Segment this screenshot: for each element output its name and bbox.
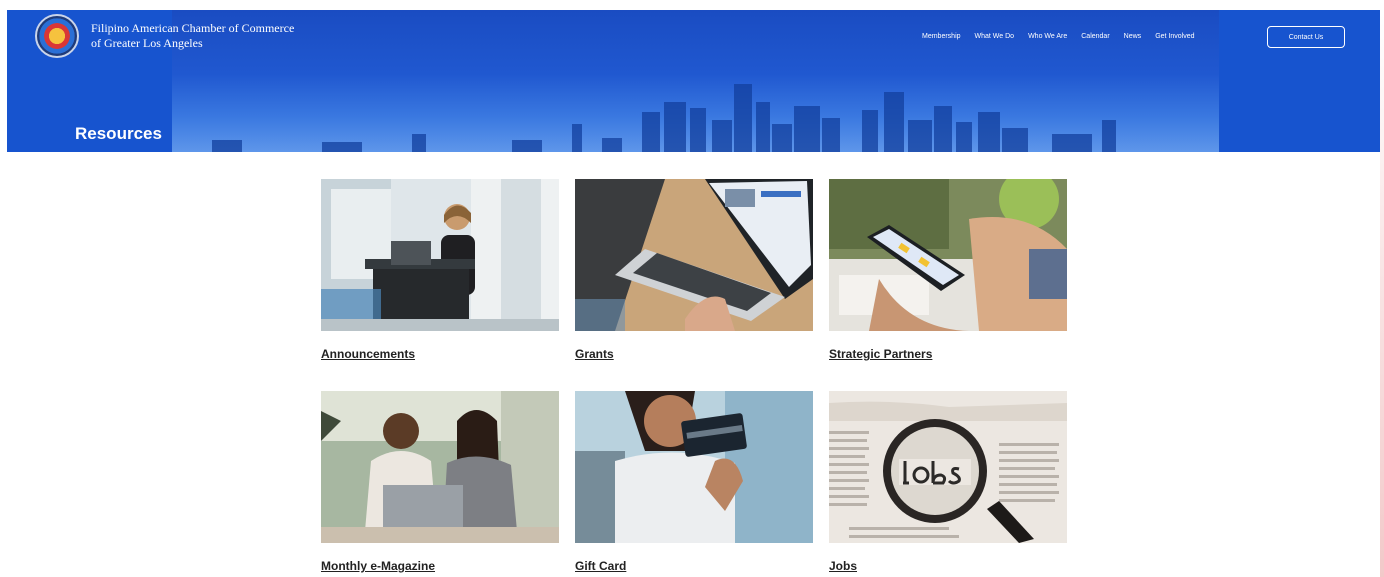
main-nav: Membership What We Do Who We Are Calenda… [922, 33, 1209, 40]
monthly-emagazine-link[interactable]: Monthly e-Magazine [321, 559, 435, 573]
gift-card-image[interactable] [575, 391, 813, 543]
grants-link[interactable]: Grants [575, 347, 614, 361]
hero-header: Filipino American Chamber of Commerce of… [7, 10, 1380, 152]
organization-name[interactable]: Filipino American Chamber of Commerce of… [91, 21, 391, 51]
monthly-emagazine-image[interactable] [321, 391, 559, 543]
resource-card-strategic-partners[interactable]: Strategic Partners [829, 179, 1067, 361]
contact-us-button[interactable]: Contact Us [1267, 26, 1345, 48]
laptop-typing-photo [575, 179, 813, 331]
page-title: Resources [75, 124, 162, 143]
org-name-line2: of Greater Los Angeles [91, 36, 203, 50]
resource-card-announcements[interactable]: Announcements [321, 179, 559, 361]
two-women-laptop-photo [321, 391, 559, 543]
page-edge-shadow [1380, 0, 1384, 577]
gift-card-link[interactable]: Gift Card [575, 559, 626, 573]
nav-get-involved[interactable]: Get Involved [1155, 33, 1194, 40]
nav-membership[interactable]: Membership [922, 33, 961, 40]
woman-holding-card-photo [575, 391, 813, 543]
strategic-partners-link[interactable]: Strategic Partners [829, 347, 932, 361]
magnifier-jobs-newspaper-photo [829, 391, 1067, 543]
nav-what-we-do[interactable]: What We Do [975, 33, 1015, 40]
woman-at-podium-photo [321, 179, 559, 331]
skyline-silhouette [212, 84, 1116, 152]
jobs-image[interactable] [829, 391, 1067, 543]
announcements-image[interactable] [321, 179, 559, 331]
resource-card-jobs[interactable]: Jobs [829, 391, 1067, 573]
resource-card-gift-card[interactable]: Gift Card [575, 391, 813, 573]
jobs-link[interactable]: Jobs [829, 559, 857, 573]
resource-card-grants[interactable]: Grants [575, 179, 813, 361]
phone-in-hands-photo [829, 179, 1067, 331]
chamber-logo[interactable] [35, 14, 79, 58]
org-name-line1: Filipino American Chamber of Commerce [91, 21, 295, 35]
nav-calendar[interactable]: Calendar [1081, 33, 1109, 40]
page: Filipino American Chamber of Commerce of… [0, 0, 1384, 577]
strategic-partners-image[interactable] [829, 179, 1067, 331]
announcements-link[interactable]: Announcements [321, 347, 415, 361]
nav-who-we-are[interactable]: Who We Are [1028, 33, 1067, 40]
resource-card-monthly-emagazine[interactable]: Monthly e-Magazine [321, 391, 559, 573]
nav-news[interactable]: News [1124, 33, 1142, 40]
grants-image[interactable] [575, 179, 813, 331]
